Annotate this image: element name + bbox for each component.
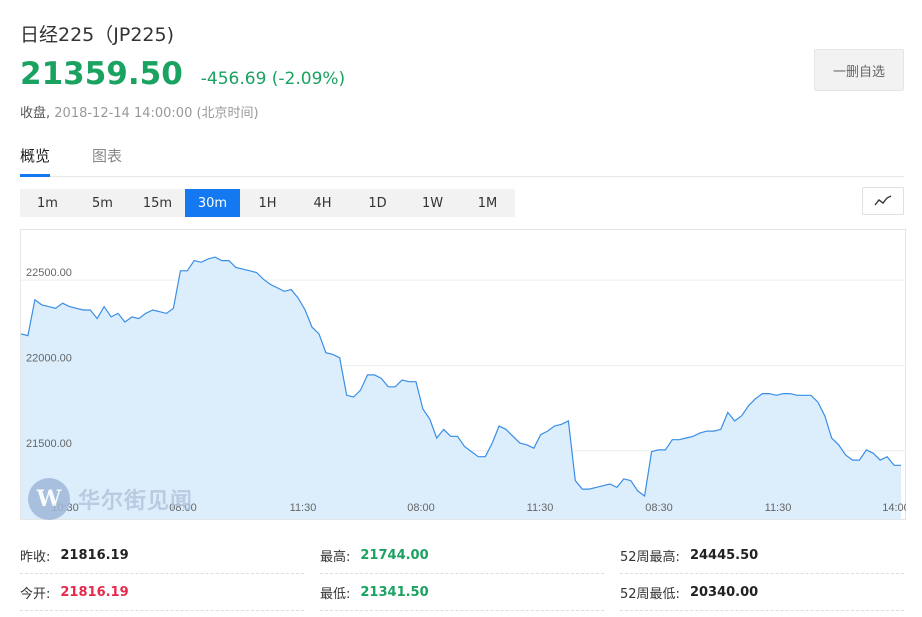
last-price: 21359.50 xyxy=(20,56,183,92)
watermark: W 华尔街见闻 xyxy=(28,478,193,520)
price-change: -456.69 (-2.09%) xyxy=(200,69,346,89)
remove-watchlist-button[interactable]: 一删自选 xyxy=(814,49,904,91)
x-tick-label: 08:30 xyxy=(645,502,673,514)
watermark-text: 华尔街见闻 xyxy=(78,488,194,514)
tab-overview[interactable]: 概览 xyxy=(20,145,51,177)
status-time: 2018-12-14 14:00:00 (北京时间) xyxy=(54,106,259,121)
stat-value: 21341.50 xyxy=(360,585,429,600)
instrument-title: 日经225（JP225) xyxy=(20,24,175,46)
x-tick-label: 11:30 xyxy=(527,502,554,514)
chart-type-button[interactable] xyxy=(862,187,904,215)
stat-label: 昨收: xyxy=(20,550,51,565)
stat-prev-close: 昨收: 21816.19 xyxy=(20,538,304,574)
tab-chart[interactable]: 图表 xyxy=(92,145,122,176)
x-tick-label: 11:30 xyxy=(290,502,317,514)
y-tick-label: 21500.00 xyxy=(26,438,72,450)
x-tick-label: 14:00 xyxy=(882,502,906,514)
stat-label: 最低: xyxy=(320,587,351,602)
stat-label: 52周最高: xyxy=(620,550,680,565)
status-label: 收盘, xyxy=(20,106,51,121)
x-tick-label: 11:30 xyxy=(765,502,792,514)
stat-open: 今开: 21816.19 xyxy=(20,575,304,611)
stat-value: 21816.19 xyxy=(60,548,129,563)
y-tick-label: 22000.00 xyxy=(26,352,72,364)
stat-label: 今开: xyxy=(20,587,51,602)
period-1w[interactable]: 1W xyxy=(405,189,460,217)
period-1m[interactable]: 1m xyxy=(20,189,75,217)
y-tick-label: 22500.00 xyxy=(26,267,72,279)
watermark-logo: W xyxy=(28,478,70,520)
stat-label: 52周最低: xyxy=(620,587,680,602)
stat-value: 24445.50 xyxy=(689,548,759,563)
stat-value: 20340.00 xyxy=(689,585,759,600)
stat-high: 最高: 21744.00 xyxy=(320,538,604,574)
stat-low: 最低: 21341.50 xyxy=(320,575,604,611)
period-5m[interactable]: 5m xyxy=(75,189,130,217)
period-1h[interactable]: 1H xyxy=(240,189,295,217)
period-4h[interactable]: 4H xyxy=(295,189,350,217)
period-15m[interactable]: 15m xyxy=(130,189,185,217)
period-1d[interactable]: 1D xyxy=(350,189,405,217)
tab-bar: 概览 图表 xyxy=(20,145,904,177)
period-30m[interactable]: 30m xyxy=(185,189,240,217)
stat-52w-low: 52周最低: 20340.00 xyxy=(620,575,904,611)
stat-label: 最高: xyxy=(320,550,351,565)
stat-value: 21816.19 xyxy=(60,585,129,600)
period-1mo[interactable]: 1M xyxy=(460,189,515,217)
market-status: 收盘, 2018-12-14 14:00:00 (北京时间) xyxy=(20,102,259,121)
stat-52w-high: 52周最高: 24445.50 xyxy=(620,538,904,574)
line-chart-icon xyxy=(874,195,892,206)
period-selector: 1m 5m 15m 30m 1H 4H 1D 1W 1M xyxy=(20,189,515,217)
price-row: 21359.50 -456.69 (-2.09%) xyxy=(20,56,345,92)
stat-value: 21744.00 xyxy=(360,548,429,563)
x-tick-label: 08:00 xyxy=(407,502,435,514)
